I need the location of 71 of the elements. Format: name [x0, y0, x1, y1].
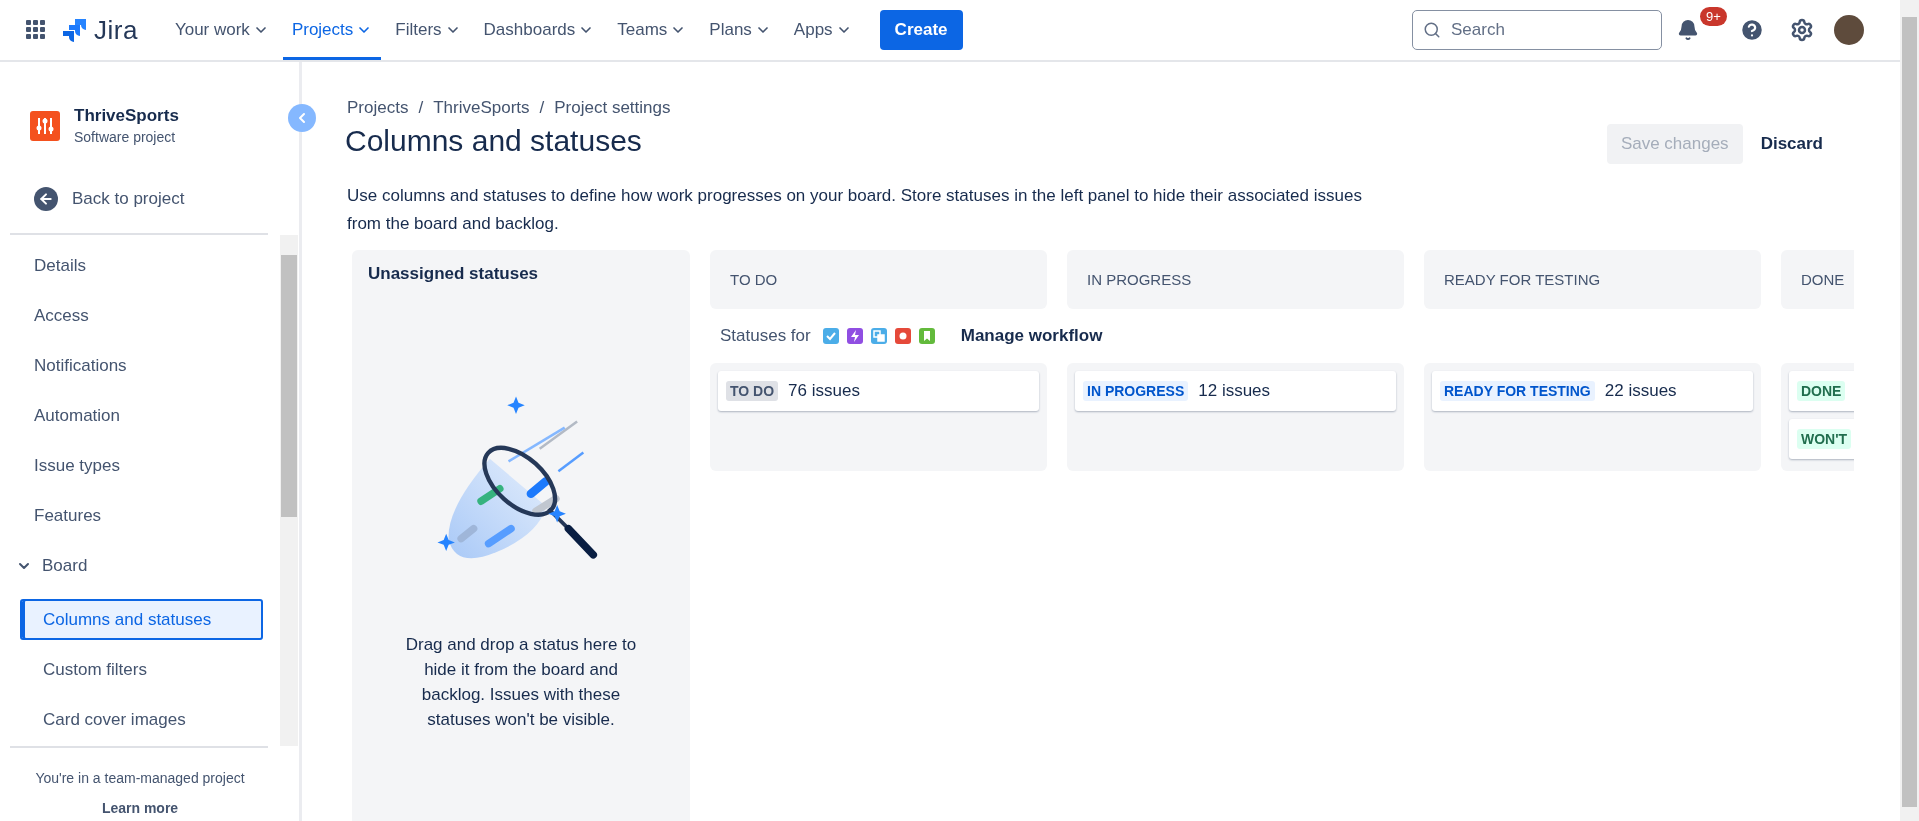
- column-header[interactable]: TO DO: [710, 250, 1047, 309]
- issue-count: 22 issues: [1604, 381, 1677, 401]
- nav-menu[interactable]: Teams: [608, 0, 696, 60]
- empty-hint: Drag and drop a status here to hide it from the board and backlog. Issues with these statuses won't be visible.: [404, 634, 638, 731]
- notification-count: 9+: [1700, 7, 1727, 26]
- issue-count: 12 issues: [1198, 381, 1271, 401]
- create-button[interactable]: Create: [879, 10, 963, 50]
- column-header[interactable]: IN PROGRESS: [1067, 250, 1404, 309]
- status-lozenge: IN PROGRESS: [1083, 381, 1189, 401]
- status-lozenge: WON'T: [1797, 429, 1852, 449]
- sidebar-item[interactable]: Columns and statuses: [20, 599, 263, 640]
- scrollbar[interactable]: [280, 235, 298, 746]
- task-check-icon: [822, 328, 839, 344]
- back-button[interactable]: Back to project: [0, 179, 195, 219]
- breadcrumb-separator: /: [539, 98, 545, 118]
- search-field[interactable]: Search: [1412, 10, 1662, 50]
- discard-button[interactable]: Discard: [1748, 124, 1835, 164]
- sidebar-item[interactable]: Card cover images: [20, 699, 263, 740]
- project-icon: [30, 110, 60, 141]
- logo-icon: [62, 17, 88, 43]
- help-icon: [1739, 17, 1765, 43]
- column-header[interactable]: DONE: [1781, 250, 1854, 309]
- nav-menu[interactable]: Apps: [784, 0, 861, 60]
- breadcrumb-link[interactable]: Projects: [347, 98, 409, 118]
- nav-menu[interactable]: Dashboards: [474, 0, 604, 60]
- statuses-for-label: Statuses for: [720, 326, 811, 346]
- column-header[interactable]: READY FOR TESTING: [1424, 250, 1761, 309]
- status-card[interactable]: WON'T: [1789, 419, 1854, 459]
- sidebar-item[interactable]: Custom filters: [20, 649, 263, 690]
- status-lozenge: TO DO: [726, 381, 779, 401]
- project-type: Software project: [74, 129, 177, 145]
- issue-count: 76 issues: [788, 381, 860, 401]
- subtask-icon: [870, 328, 887, 344]
- sidebar-item[interactable]: Notifications: [10, 345, 258, 387]
- project-name: ThriveSports: [74, 106, 179, 126]
- app-grid-icon[interactable]: [26, 20, 46, 40]
- lightning-icon: [846, 328, 863, 344]
- sidebar-item[interactable]: Automation: [10, 395, 258, 437]
- page-title: Columns and statuses: [345, 124, 642, 158]
- footer-note: You're in a team-managed project: [35, 770, 245, 786]
- nav-menu[interactable]: Filters: [386, 0, 470, 60]
- sidebar-item[interactable]: Features: [10, 495, 258, 537]
- breadcrumb-link[interactable]: ThriveSports: [433, 98, 530, 118]
- bookmark-icon: [918, 328, 935, 344]
- learn-more-link[interactable]: Learn more: [101, 800, 179, 816]
- sidebar-item[interactable]: Issue types: [10, 445, 258, 487]
- search-icon: [1423, 21, 1441, 39]
- status-card[interactable]: READY FOR TESTING 22 issues: [1432, 371, 1753, 411]
- manage-workflow-link[interactable]: Manage workflow: [960, 326, 1103, 346]
- avatar[interactable]: [1834, 15, 1864, 45]
- status-lozenge: DONE: [1797, 381, 1846, 401]
- sidebar-item[interactable]: Board: [10, 545, 258, 587]
- status-card[interactable]: DONE: [1789, 371, 1854, 411]
- nav-menu[interactable]: Projects: [282, 0, 382, 60]
- description: Use columns and statuses to define how work progresses on your board. Store statuses in the left panel to hide their associated issues from the board and backlog.: [347, 185, 1363, 235]
- nav-menu[interactable]: Plans: [700, 0, 780, 60]
- status-card[interactable]: IN PROGRESS 12 issues: [1075, 371, 1396, 411]
- breadcrumb-separator: /: [418, 98, 424, 118]
- nav-menu[interactable]: Your work: [165, 0, 278, 60]
- notifications-button[interactable]: [1676, 17, 1700, 43]
- status-card[interactable]: TO DO 76 issues: [718, 371, 1039, 411]
- bug-icon: [894, 328, 911, 344]
- status-lozenge: READY FOR TESTING: [1440, 381, 1595, 401]
- scrollbar[interactable]: [1900, 0, 1919, 821]
- product-name: Jira: [94, 14, 138, 46]
- breadcrumb-link[interactable]: Project settings: [554, 98, 671, 118]
- panel-title: Unassigned statuses: [368, 264, 539, 284]
- bell-icon: [1677, 19, 1699, 41]
- settings-icon: [1790, 18, 1814, 42]
- sidebar-item[interactable]: Access: [10, 295, 258, 337]
- sidebar-item[interactable]: Details: [10, 245, 258, 287]
